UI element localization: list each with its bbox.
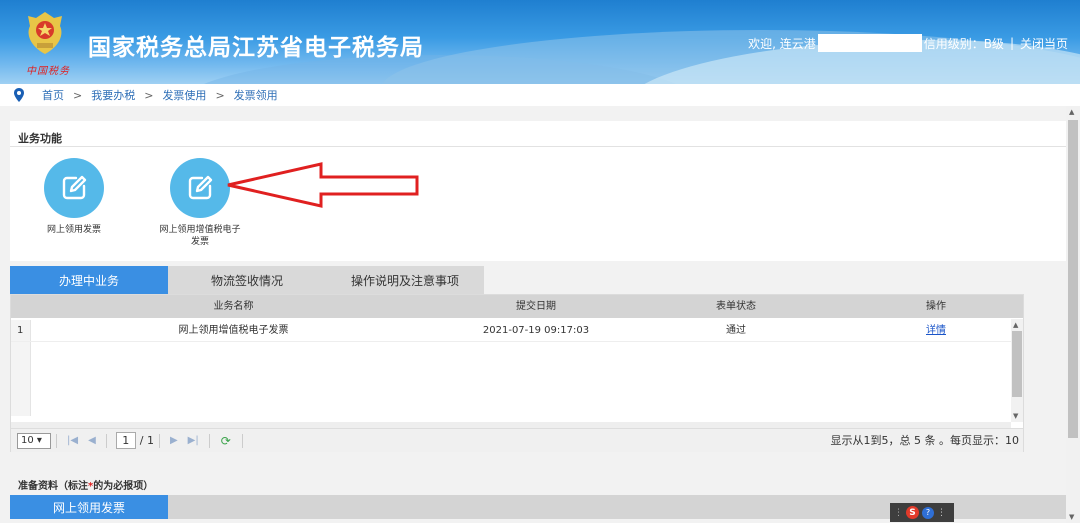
breadcrumb-separator: > xyxy=(73,88,83,102)
business-functions-panel: 业务功能 网上领用发票 网上领用增值税电子发票 xyxy=(10,121,1066,261)
edit-icon xyxy=(188,175,213,200)
tax-emblem-icon xyxy=(28,12,62,54)
func-claim-e-invoice-button[interactable] xyxy=(170,158,230,218)
help-icon[interactable]: ? xyxy=(922,506,934,519)
divider xyxy=(241,433,243,448)
breadcrumb-item-invoice-use[interactable]: 发票使用 xyxy=(162,87,206,103)
scroll-down-icon[interactable]: ▼ xyxy=(1013,412,1018,420)
cell-status: 通过 xyxy=(726,325,746,336)
func-label: 网上领用增值税电子发票 xyxy=(159,225,241,247)
column-header-name[interactable]: 业务名称 xyxy=(31,295,436,318)
last-page-icon[interactable]: ▶| xyxy=(188,435,199,446)
site-title: 国家税务总局江苏省电子税务局 xyxy=(88,35,424,61)
close-page-link[interactable]: 关闭当页 xyxy=(1020,35,1068,52)
divider xyxy=(56,433,57,448)
breadcrumb-item-home[interactable]: 首页 xyxy=(42,87,64,103)
total-pages: / 1 xyxy=(139,434,154,447)
tab-bar: 办理中业务 物流签收情况 操作说明及注意事项 xyxy=(10,266,484,294)
scroll-up-icon[interactable]: ▲ xyxy=(1013,321,1018,329)
cell-business-name: 网上领用增值税电子发票 xyxy=(178,325,289,336)
site-header: 中国税务 国家税务总局江苏省电子税务局 欢迎, 连云港 信用级别：B级 | 关闭… xyxy=(0,0,1080,84)
column-header-date[interactable]: 提交日期 xyxy=(436,295,636,318)
scrollbar-thumb[interactable] xyxy=(1012,331,1022,397)
breadcrumb: 首页 > 我要办税 > 发票使用 > 发票领用 xyxy=(0,84,1080,106)
divider xyxy=(105,433,107,448)
refresh-icon[interactable]: ⟳ xyxy=(221,434,231,448)
divider xyxy=(10,146,1066,147)
column-header-action[interactable]: 操作 xyxy=(836,295,1036,318)
prep-materials-title: 准备资料（标注*的为必报项） xyxy=(18,477,153,492)
more-icon[interactable]: ⋮ xyxy=(937,508,946,518)
breadcrumb-separator: > xyxy=(215,88,225,102)
ime-toolbar[interactable]: ⋮ S ? ⋮ xyxy=(890,503,954,522)
edit-icon xyxy=(62,175,87,200)
tab-logistics[interactable]: 物流签收情况 xyxy=(168,266,326,294)
details-link[interactable]: 详情 xyxy=(926,325,946,336)
next-page-icon[interactable]: ▶ xyxy=(170,435,178,446)
redacted-username xyxy=(817,34,922,52)
business-grid: 业务名称 提交日期 表单状态 操作 1 网上领用增值税电子发票 2021-07-… xyxy=(10,294,1024,452)
prep-title-suffix: 的为必报项） xyxy=(93,481,154,492)
pagination-info: 显示从1到5，总 5 条 。每页显示：10 xyxy=(830,434,1019,447)
tab-instructions[interactable]: 操作说明及注意事项 xyxy=(326,266,484,294)
first-page-icon[interactable]: |◀ xyxy=(67,435,78,446)
sogou-icon[interactable]: S xyxy=(906,506,919,519)
prev-page-icon[interactable]: ◀ xyxy=(88,435,96,446)
location-pin-icon xyxy=(14,88,24,102)
logo-subtitle: 中国税务 xyxy=(26,66,70,77)
cell-submit-date: 2021-07-19 09:17:03 xyxy=(482,325,590,336)
column-header-status[interactable]: 表单状态 xyxy=(636,295,836,318)
user-bar: 欢迎, 连云港 信用级别：B级 | 关闭当页 xyxy=(748,34,1068,52)
red-arrow-icon xyxy=(227,162,419,208)
scroll-up-icon[interactable]: ▲ xyxy=(1069,108,1074,116)
grid-header: 业务名称 提交日期 表单状态 操作 xyxy=(11,295,1023,318)
panel-title: 业务功能 xyxy=(18,132,62,145)
prep-title-prefix: 准备资料（标注 xyxy=(18,481,88,492)
page-number-input[interactable]: 1 xyxy=(115,432,136,449)
page-vertical-scrollbar[interactable]: ▲ ▼ xyxy=(1066,106,1080,523)
grid-vertical-scrollbar[interactable]: ▲ ▼ xyxy=(1011,319,1023,422)
func-claim-invoice-button[interactable] xyxy=(44,158,104,218)
func-claim-invoice[interactable]: 网上领用发票 xyxy=(32,158,116,236)
breadcrumb-separator: > xyxy=(144,88,154,102)
breadcrumb-item-tax[interactable]: 我要办税 xyxy=(91,87,135,103)
drag-handle-icon[interactable]: ⋮ xyxy=(894,508,903,518)
divider xyxy=(158,433,160,448)
scroll-down-icon[interactable]: ▼ xyxy=(1069,513,1074,521)
scrollbar-thumb[interactable] xyxy=(1068,120,1078,438)
welcome-text: 欢迎, 连云港 xyxy=(748,36,816,51)
divider: | xyxy=(1009,36,1014,50)
tab-prep-claim-invoice[interactable]: 网上领用发票 xyxy=(10,495,168,519)
pagination-bar: 10 ▾ |◀ ◀ 1 / 1 ▶ ▶| ⟳ 显示从1到5，总 5 条 。每页显… xyxy=(11,428,1023,452)
page-size-select[interactable]: 10 ▾ xyxy=(17,432,51,449)
divider xyxy=(208,433,210,448)
tab-in-progress[interactable]: 办理中业务 xyxy=(10,266,168,294)
table-row[interactable]: 网上领用增值税电子发票 2021-07-19 09:17:03 通过 详情 xyxy=(11,320,1011,342)
cell-action: 详情 xyxy=(836,320,1036,342)
page-size-value: 10 xyxy=(21,434,34,446)
credit-level: 信用级别：B级 xyxy=(923,36,1004,51)
breadcrumb-item-invoice-claim[interactable]: 发票领用 xyxy=(234,87,278,103)
func-label: 网上领用发票 xyxy=(46,225,101,235)
